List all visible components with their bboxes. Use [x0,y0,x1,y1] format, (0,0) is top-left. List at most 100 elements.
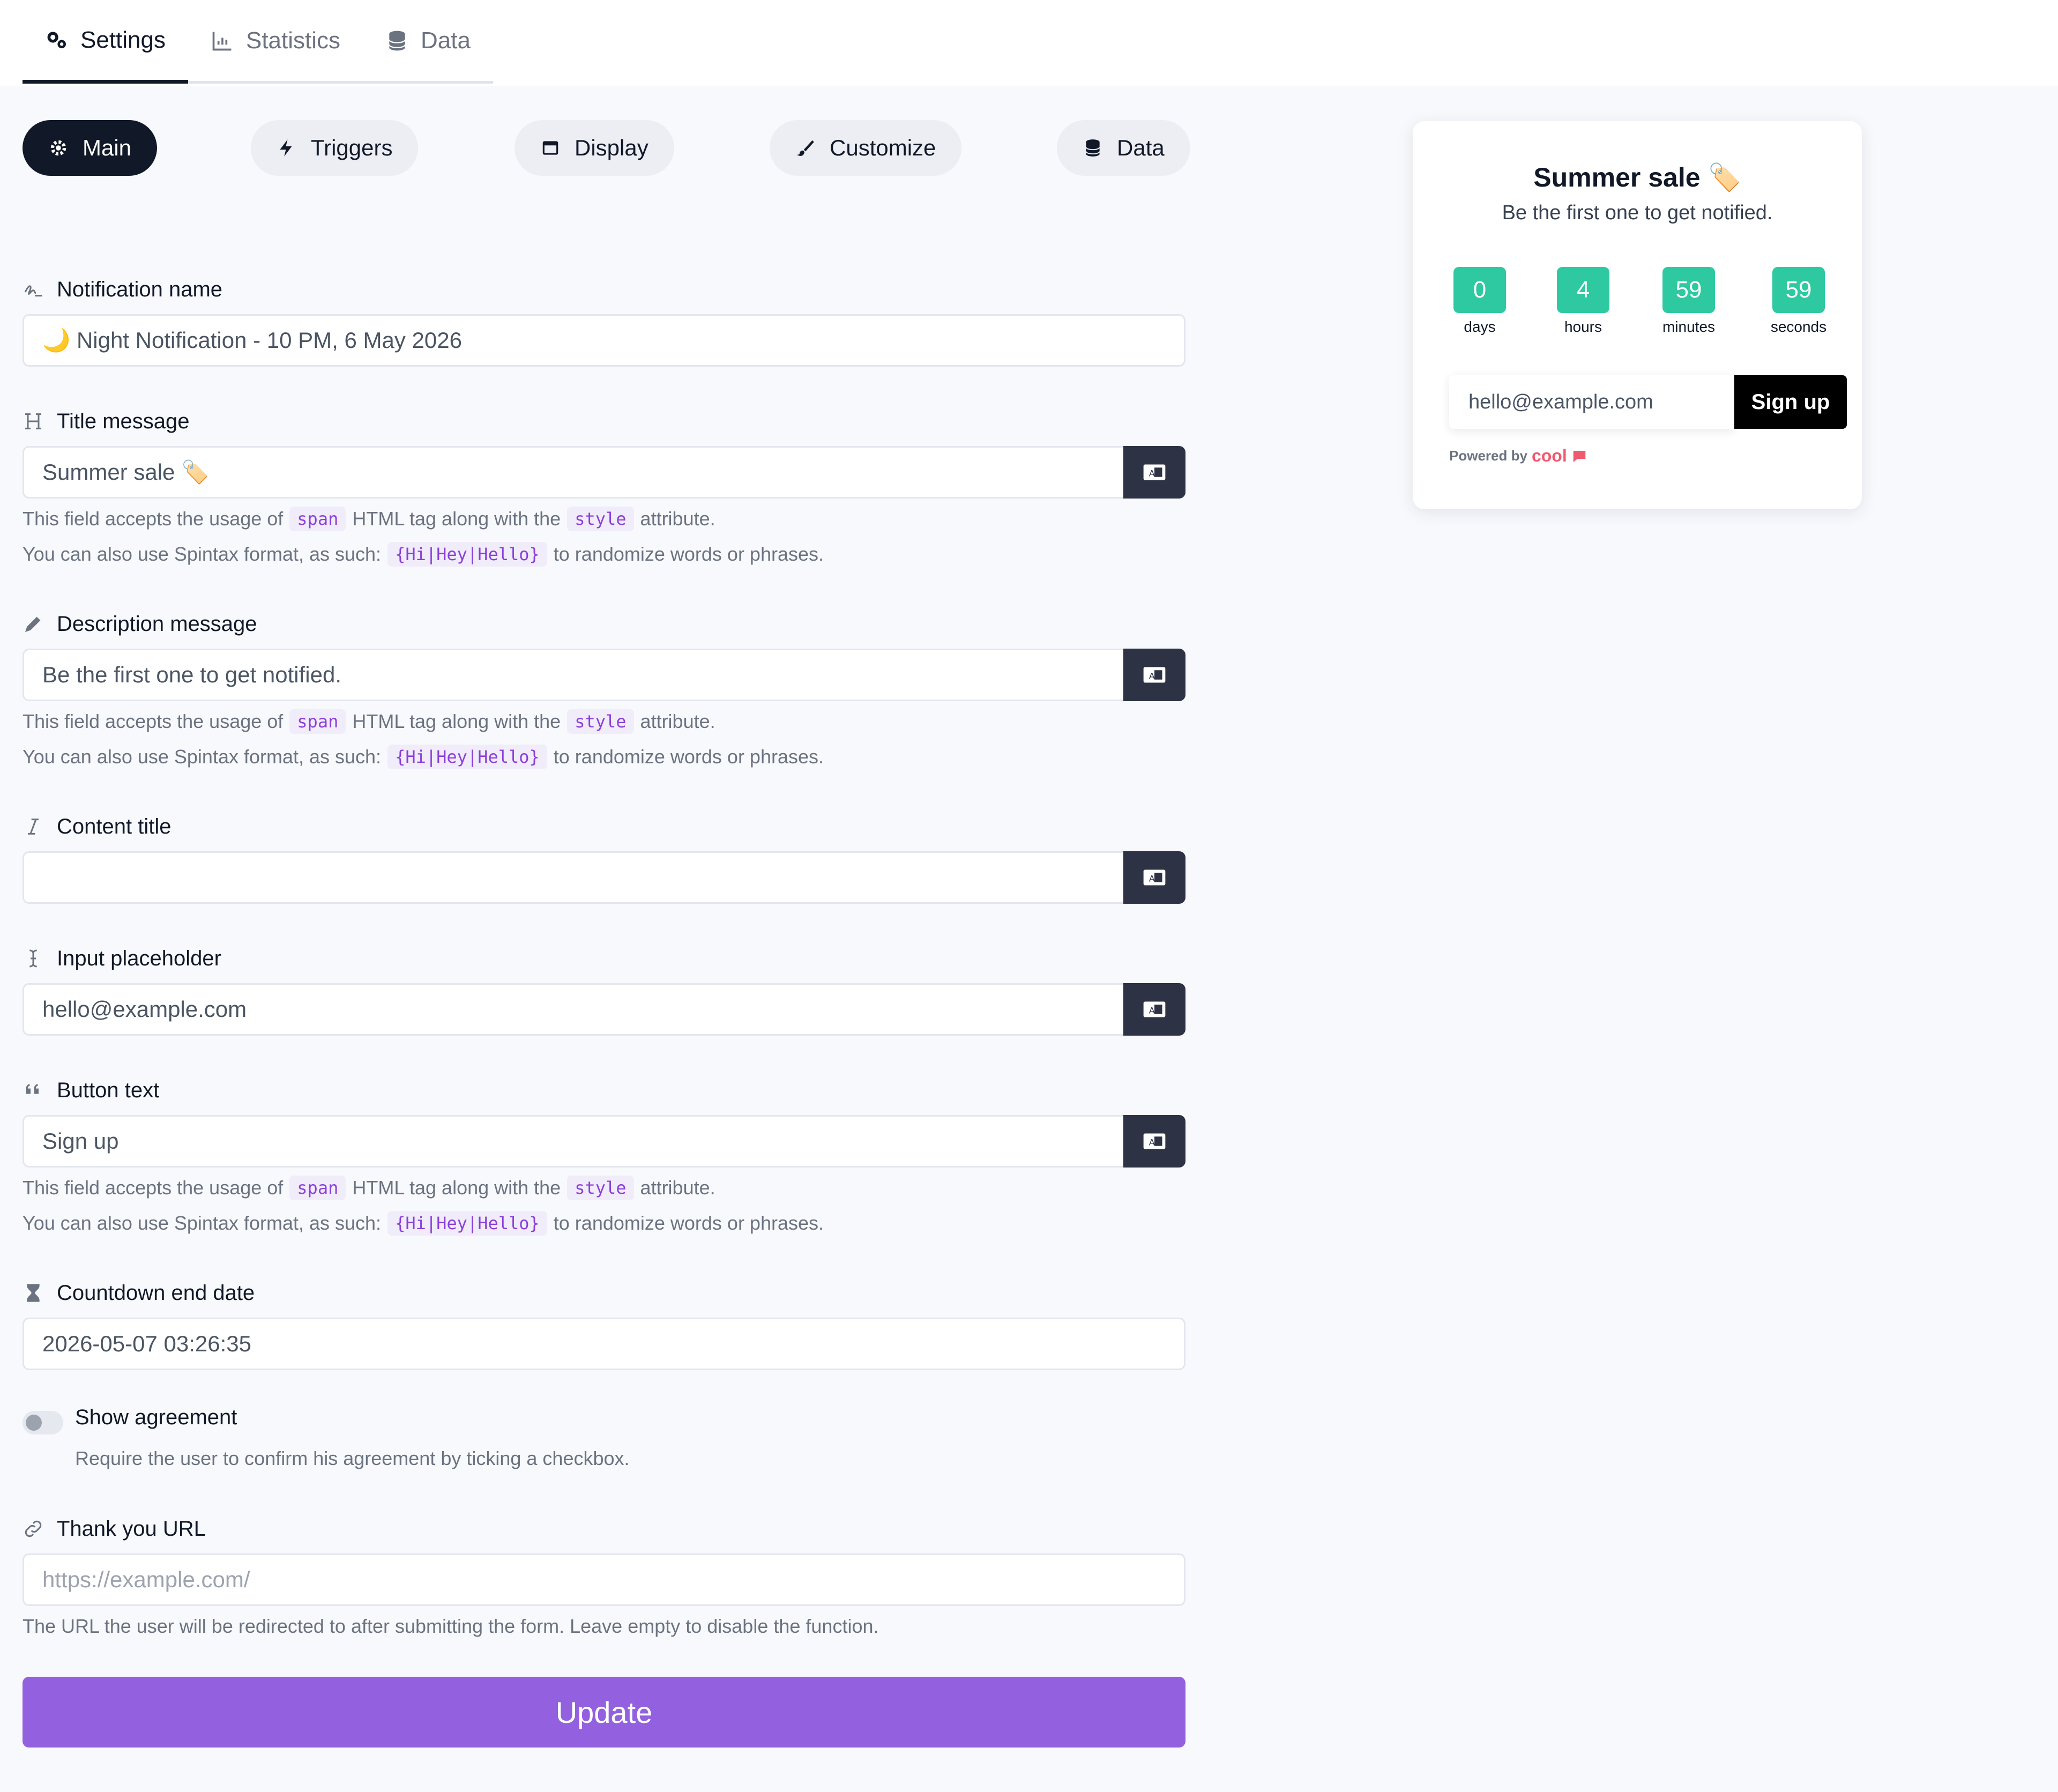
signature-icon [24,285,42,297]
tab-data[interactable]: Data [363,0,493,84]
top-tab-bar: Settings Statistics Data [0,0,2058,86]
button-text-value: Sign up [42,1128,119,1154]
window-icon [542,141,558,155]
pill-main[interactable]: Main [23,120,158,176]
countdown-days: 0 days [1450,267,1509,336]
tab-statistics[interactable]: Statistics [188,0,363,84]
show-agreement-toggle[interactable] [23,1411,63,1434]
countdown-end-date-value: 2026-05-07 03:26:35 [42,1331,251,1356]
button-text-input[interactable]: Sign up [23,1115,1124,1168]
svg-text:A: A [1149,1005,1155,1015]
language-icon: A [1143,869,1166,886]
pencil-icon [25,616,41,632]
countdown-value: 0 [1453,267,1506,313]
countdown-label: days [1464,318,1496,335]
pill-data[interactable]: Data [1057,120,1190,176]
description-message-input[interactable]: Be the first one to get notified. [23,649,1124,701]
countdown-hours: 4 hours [1554,267,1613,336]
notification-name-input[interactable]: 🌙 Night Notification - 10 PM, 6 May 2026 [23,314,1185,367]
input-placeholder-input[interactable]: hello@example.com [23,983,1124,1036]
svg-text:A: A [1149,1137,1155,1147]
preview-email-input[interactable]: hello@example.com [1449,375,1734,429]
show-agreement-label: Show agreement [75,1406,237,1429]
description-message-value: Be the first one to get notified. [42,662,342,687]
pill-label: Display [575,135,648,160]
description-help-line-2: You can also use Spintax format, as such… [23,742,824,772]
thank-you-url-help: The URL the user will be redirected to a… [23,1615,879,1637]
content-title-input[interactable] [23,851,1124,904]
input-placeholder-spintax-button[interactable]: A [1123,983,1185,1036]
preview-description: Be the first one to get notified. [1502,202,1773,224]
preview-signup-button[interactable]: Sign up [1734,375,1847,429]
powered-by-text: Powered by [1449,448,1527,464]
title-help-line-1: This field accepts the usage of span HTM… [23,504,715,534]
countdown-seconds: 59 seconds [1769,267,1828,336]
language-icon: A [1143,1001,1166,1017]
chart-icon [212,32,232,50]
countdown-end-date-label: Countdown end date [23,1277,255,1309]
notification-preview: Summer sale 🏷️ Be the first one to get n… [1413,121,1862,509]
svg-text:A: A [1149,671,1155,681]
pill-label: Triggers [311,135,393,160]
thank-you-url-label: Thank you URL [23,1513,206,1545]
brand-logo: cool [1531,446,1567,465]
description-help-line-1: This field accepts the usage of span HTM… [23,707,715,737]
paintbrush-icon [797,140,814,156]
title-message-spintax-button[interactable]: A [1123,446,1185,499]
link-icon [25,1520,42,1537]
button-text-label: Button text [23,1074,159,1106]
gear-icon [50,140,66,156]
pill-triggers[interactable]: Triggers [251,120,419,176]
pill-display[interactable]: Display [514,120,674,176]
pill-label: Data [1117,135,1165,160]
thank-you-url-input[interactable]: https://example.com/ [23,1553,1185,1606]
countdown-label: seconds [1770,318,1827,335]
pill-label: Customize [830,135,936,160]
title-message-label: Title message [23,405,190,437]
countdown-minutes: 59 minutes [1659,267,1718,336]
countdown-value: 59 [1772,267,1825,313]
tab-settings[interactable]: Settings [23,0,188,84]
pill-label: Main [83,135,132,160]
description-message-label: Description message [23,608,257,640]
button-help-line-2: You can also use Spintax format, as such… [23,1208,824,1238]
title-message-value: Summer sale 🏷️ [42,459,210,485]
countdown-label: hours [1564,318,1602,335]
powered-by[interactable]: Powered by cool [1449,446,1587,466]
text-cursor-icon [29,949,37,968]
content-title-label: Content title [23,811,171,843]
quote-icon [26,1084,39,1094]
svg-text:A: A [1149,873,1155,883]
button-help-line-1: This field accepts the usage of span HTM… [23,1173,715,1203]
button-text-spintax-button[interactable]: A [1123,1115,1185,1168]
section-pills: Main Triggers Display Customize Data [23,120,1190,176]
main-tabs: Settings Statistics Data [23,0,493,86]
title-message-input[interactable]: Summer sale 🏷️ [23,446,1124,499]
preview-title: Summer sale 🏷️ [1533,162,1741,192]
countdown-end-date-input[interactable]: 2026-05-07 03:26:35 [23,1318,1185,1370]
countdown-value: 59 [1662,267,1715,313]
hourglass-icon [27,1284,40,1302]
heading-icon [25,413,41,429]
thank-you-url-placeholder: https://example.com/ [42,1567,250,1592]
bolt-icon [280,139,292,157]
update-button[interactable]: Update [23,1677,1185,1748]
tab-label: Settings [80,26,166,53]
content-title-spintax-button[interactable]: A [1123,851,1185,904]
svg-text:A: A [1149,468,1155,478]
preview-input-placeholder: hello@example.com [1468,390,1653,413]
notification-name-label: Notification name [23,273,222,306]
database-icon [1085,139,1100,157]
input-placeholder-label: Input placeholder [23,942,221,975]
countdown-value: 4 [1557,267,1609,313]
tab-label: Data [421,27,471,54]
notification-name-value: 🌙 Night Notification - 10 PM, 6 May 2026 [42,327,462,353]
input-placeholder-value: hello@example.com [42,997,247,1022]
tab-label: Statistics [245,27,341,54]
toggle-knob [26,1415,42,1431]
pill-customize[interactable]: Customize [770,120,962,176]
description-message-spintax-button[interactable]: A [1123,649,1185,701]
show-agreement-help: Require the user to confirm his agreemen… [75,1447,630,1469]
chat-bubble-icon [1573,450,1585,462]
gears-icon [47,31,66,48]
